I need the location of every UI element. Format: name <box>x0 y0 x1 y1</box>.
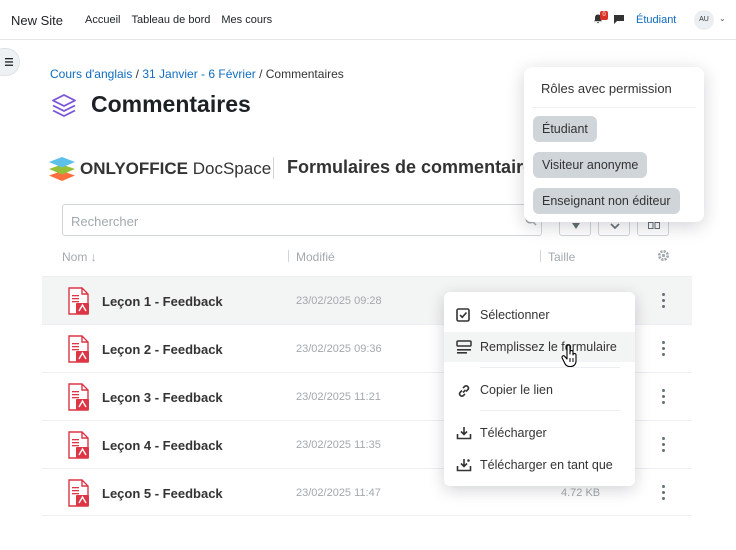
file-modified-date: 23/02/2025 09:36 <box>296 343 382 355</box>
grid-view-icon <box>648 222 660 229</box>
download-icon <box>456 427 472 440</box>
pdf-file-icon <box>68 335 89 363</box>
onlyoffice-logo-icon <box>49 157 75 181</box>
brand-light: DocSpace <box>188 159 272 178</box>
file-size: 4.72 KB <box>561 487 601 499</box>
column-header-modified[interactable]: Modifié <box>296 250 335 264</box>
menu-item-label: Remplissez le formulaire <box>480 340 617 354</box>
notification-count-badge: 0 <box>600 11 608 20</box>
role-chip-non-editing-teacher: Enseignant non éditeur <box>533 188 680 214</box>
file-name[interactable]: Leçon 3 - Feedback <box>102 390 223 405</box>
breadcrumb: Cours d'anglais / 31 Janvier - 6 Février… <box>50 67 344 81</box>
breadcrumb-section-link[interactable]: 31 Janvier - 6 Février <box>142 67 255 81</box>
menu-item-label: Télécharger <box>480 426 547 440</box>
avatar[interactable]: AU <box>694 10 714 30</box>
user-role-label[interactable]: Étudiant <box>636 14 676 26</box>
menu-item-label: Sélectionner <box>480 308 550 322</box>
search-placeholder: Rechercher <box>71 214 139 229</box>
file-modified-date: 23/02/2025 11:21 <box>296 391 381 403</box>
gear-icon[interactable] <box>657 249 670 262</box>
column-header-name[interactable]: Nom ↓ <box>62 250 97 264</box>
checkbox-icon <box>456 308 470 322</box>
pdf-file-icon <box>68 383 89 411</box>
nav-link-home[interactable]: Accueil <box>85 14 120 26</box>
nav-link-my-courses[interactable]: Mes cours <box>221 14 272 26</box>
menu-item-copy-link[interactable]: Copier le lien <box>444 375 635 405</box>
pdf-file-icon <box>68 431 89 459</box>
file-name[interactable]: Leçon 4 - Feedback <box>102 438 223 453</box>
roles-popup-title: Rôles avec permission <box>541 81 672 96</box>
chevron-down-icon[interactable]: ⌄ <box>719 14 726 23</box>
menu-item-download-as[interactable]: Télécharger en tant que <box>444 450 635 480</box>
file-name[interactable]: Leçon 1 - Feedback <box>102 294 223 309</box>
breadcrumb-current: Commentaires <box>265 67 344 81</box>
arrow-down-icon: ↓ <box>90 250 97 264</box>
page-title: Commentaires <box>91 91 251 117</box>
menu-item-fill-form[interactable]: Remplissez le formulaire <box>444 332 635 362</box>
docspace-brand: ONLYOFFICE DocSpace <box>80 159 271 179</box>
search-input[interactable]: Rechercher <box>62 204 542 236</box>
pdf-file-icon <box>68 479 89 507</box>
primary-navigation: Accueil Tableau de bord Mes cours <box>85 14 272 26</box>
file-name[interactable]: Leçon 2 - Feedback <box>102 342 223 357</box>
site-name[interactable]: New Site <box>11 13 63 28</box>
breadcrumb-course-link[interactable]: Cours d'anglais <box>50 67 132 81</box>
menu-divider <box>480 410 620 411</box>
room-title: Formulaires de commentaires <box>287 157 527 177</box>
column-header-size[interactable]: Taille <box>548 250 575 264</box>
breadcrumb-separator: / <box>132 67 143 81</box>
file-name[interactable]: Leçon 5 - Feedback <box>102 486 223 501</box>
filter-icon <box>572 223 580 229</box>
file-modified-date: 23/02/2025 11:47 <box>296 487 381 499</box>
more-options-icon[interactable] <box>662 293 666 309</box>
brand-bold: ONLYOFFICE <box>80 159 188 178</box>
more-options-icon[interactable] <box>662 341 666 357</box>
roles-permission-popup: Rôles avec permission Étudiant Visiteur … <box>524 67 704 222</box>
header-divider <box>273 157 274 179</box>
link-icon <box>458 385 470 397</box>
sort-icon <box>610 223 620 229</box>
role-chip-student: Étudiant <box>533 116 597 142</box>
menu-item-label: Copier le lien <box>480 383 553 397</box>
column-divider[interactable] <box>288 250 289 262</box>
file-context-menu: Sélectionner Remplissez le formulaire Co… <box>444 292 635 486</box>
pdf-file-icon <box>68 287 89 315</box>
column-name-label: Nom <box>62 250 88 264</box>
course-index-toggle-button[interactable] <box>0 48 20 76</box>
layers-icon <box>52 94 76 117</box>
popup-divider <box>532 107 696 108</box>
list-icon <box>5 58 13 66</box>
more-options-icon[interactable] <box>662 389 666 405</box>
breadcrumb-separator: / <box>255 67 266 81</box>
menu-divider <box>480 367 620 368</box>
file-modified-date: 23/02/2025 09:28 <box>296 295 382 307</box>
menu-item-label: Télécharger en tant que <box>480 458 613 472</box>
fill-form-icon <box>456 340 472 354</box>
menu-item-select[interactable]: Sélectionner <box>444 300 635 330</box>
hand-pointer-icon <box>561 344 577 368</box>
file-modified-date: 23/02/2025 11:35 <box>296 439 381 451</box>
more-options-icon[interactable] <box>662 485 666 501</box>
nav-link-dashboard[interactable]: Tableau de bord <box>131 14 210 26</box>
menu-item-download[interactable]: Télécharger <box>444 418 635 448</box>
top-navbar: New Site Accueil Tableau de bord Mes cou… <box>0 0 736 40</box>
download-as-icon <box>456 459 472 472</box>
more-options-icon[interactable] <box>662 437 666 453</box>
chat-icon[interactable] <box>614 15 624 24</box>
column-divider[interactable] <box>540 250 541 262</box>
role-chip-anonymous-visitor: Visiteur anonyme <box>533 152 648 178</box>
